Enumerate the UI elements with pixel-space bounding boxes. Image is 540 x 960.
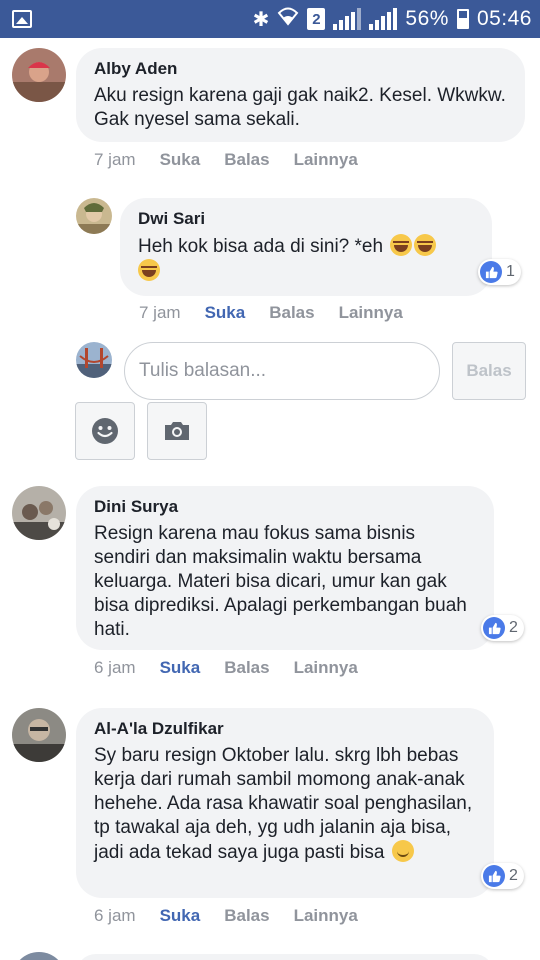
reply-button[interactable]: Balas — [269, 303, 314, 323]
clock: 05:46 — [476, 7, 532, 30]
camera-icon — [165, 422, 189, 440]
comment-author[interactable]: Dini Surya — [94, 496, 476, 518]
reply-button[interactable]: Balas — [224, 150, 269, 170]
like-button[interactable]: Suka — [160, 150, 201, 170]
wifi-icon — [277, 6, 299, 32]
reaction-count[interactable]: 2 — [481, 615, 524, 641]
comment-time[interactable]: 6 jam — [94, 906, 136, 926]
comment-time[interactable]: 7 jam — [94, 150, 136, 170]
comment-author[interactable]: Alby Aden — [94, 58, 507, 80]
emoji-button-icon — [92, 418, 118, 444]
laughing-emoji-icon — [390, 234, 413, 256]
emoji-button[interactable] — [75, 402, 135, 460]
comment-time[interactable]: 6 jam — [94, 658, 136, 678]
like-button[interactable]: Suka — [205, 303, 246, 323]
gallery-icon — [12, 10, 32, 28]
laughing-emoji-icon — [414, 234, 437, 256]
like-button[interactable]: Suka — [160, 658, 201, 678]
like-icon — [483, 865, 505, 887]
status-bar: ✱ 2 56% 05:46 — [0, 0, 540, 38]
comment-actions: 7 jam Suka Balas Lainnya — [139, 303, 403, 323]
comment-author[interactable]: Dwi Sari — [138, 208, 474, 230]
comment-text: Heh kok bisa ada di sini? *eh — [138, 234, 474, 284]
more-button[interactable]: Lainnya — [294, 906, 358, 926]
reaction-count[interactable]: 2 — [481, 863, 524, 889]
reaction-count[interactable]: 1 — [478, 259, 521, 285]
laughing-emoji-icon — [138, 259, 160, 281]
comment-text: Aku resign karena gaji gak naik2. Kesel.… — [94, 85, 506, 130]
avatar[interactable] — [76, 198, 112, 234]
sim-icon: 2 — [307, 8, 326, 30]
comment-text-content: Sy baru resign Oktober lalu. skrg lbh be… — [94, 745, 473, 863]
signal-icon — [333, 8, 362, 30]
comment-text-content: Heh kok bisa ada di sini? *eh — [138, 236, 384, 257]
comment-author[interactable]: Al-A'la Dzulfikar — [94, 718, 476, 740]
smile-emoji-icon — [391, 840, 414, 862]
more-button[interactable]: Lainnya — [339, 303, 403, 323]
camera-button[interactable] — [147, 402, 207, 460]
signal-icon-2 — [369, 8, 398, 30]
comment-bubble: Dwi Sari Heh kok bisa ada di sini? *eh — [120, 198, 492, 296]
avatar — [76, 342, 112, 378]
battery-icon — [456, 9, 469, 29]
reply-button[interactable]: Balas — [224, 658, 269, 678]
more-button[interactable]: Lainnya — [294, 150, 358, 170]
avatar[interactable] — [12, 48, 66, 102]
comment-bubble: Dini Surya Resign karena mau fokus sama … — [76, 486, 494, 650]
like-icon — [480, 261, 502, 283]
reaction-number: 1 — [506, 263, 515, 280]
more-button[interactable]: Lainnya — [294, 658, 358, 678]
battery-percent: 56% — [405, 7, 449, 30]
comment-bubble: Al-A'la Dzulfikar Sy baru resign Oktober… — [76, 708, 494, 898]
reaction-number: 2 — [509, 867, 518, 884]
comment-bubble: Alby Aden Aku resign karena gaji gak nai… — [76, 48, 525, 142]
reaction-number: 2 — [509, 619, 518, 636]
comment-text: Sy baru resign Oktober lalu. skrg lbh be… — [94, 744, 476, 865]
avatar[interactable] — [12, 708, 66, 762]
comment-actions: 6 jam Suka Balas Lainnya — [94, 906, 358, 926]
avatar[interactable] — [12, 486, 66, 540]
like-button[interactable]: Suka — [160, 906, 201, 926]
comment-time[interactable]: 7 jam — [139, 303, 181, 323]
comment-actions: 7 jam Suka Balas Lainnya — [94, 150, 358, 170]
avatar[interactable] — [12, 952, 66, 960]
comment-actions: 6 jam Suka Balas Lainnya — [94, 658, 358, 678]
bluetooth-icon: ✱ — [252, 8, 270, 31]
reply-button[interactable]: Balas — [224, 906, 269, 926]
comment-text: Resign karena mau fokus sama bisnis send… — [94, 523, 467, 640]
reply-input[interactable] — [124, 342, 440, 400]
reply-send-button[interactable]: Balas — [452, 342, 526, 400]
comment-bubble — [76, 954, 494, 960]
like-icon — [483, 617, 505, 639]
